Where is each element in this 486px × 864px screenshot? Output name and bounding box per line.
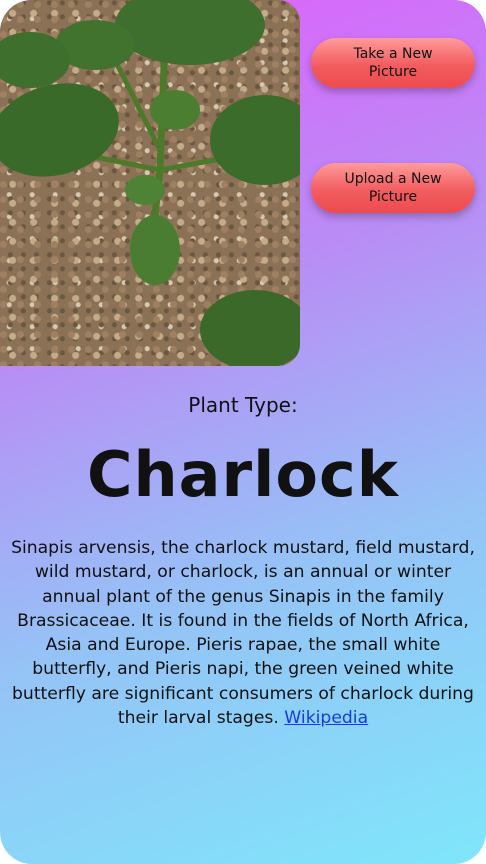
plant-type-label: Plant Type: [188, 393, 298, 417]
upload-picture-button[interactable]: Upload a New Picture [311, 163, 475, 213]
plant-description: Sinapis arvensis, the charlock mustard, … [6, 536, 480, 730]
plant-photo [0, 0, 300, 366]
plant-description-text: Sinapis arvensis, the charlock mustard, … [11, 538, 475, 729]
plant-leaves-image [0, 0, 300, 366]
wikipedia-link[interactable]: Wikipedia [284, 708, 368, 728]
plant-name: Charlock [87, 438, 399, 511]
take-picture-button[interactable]: Take a New Picture [311, 38, 475, 88]
app-screen: Take a New Picture Upload a New Picture … [0, 0, 486, 864]
